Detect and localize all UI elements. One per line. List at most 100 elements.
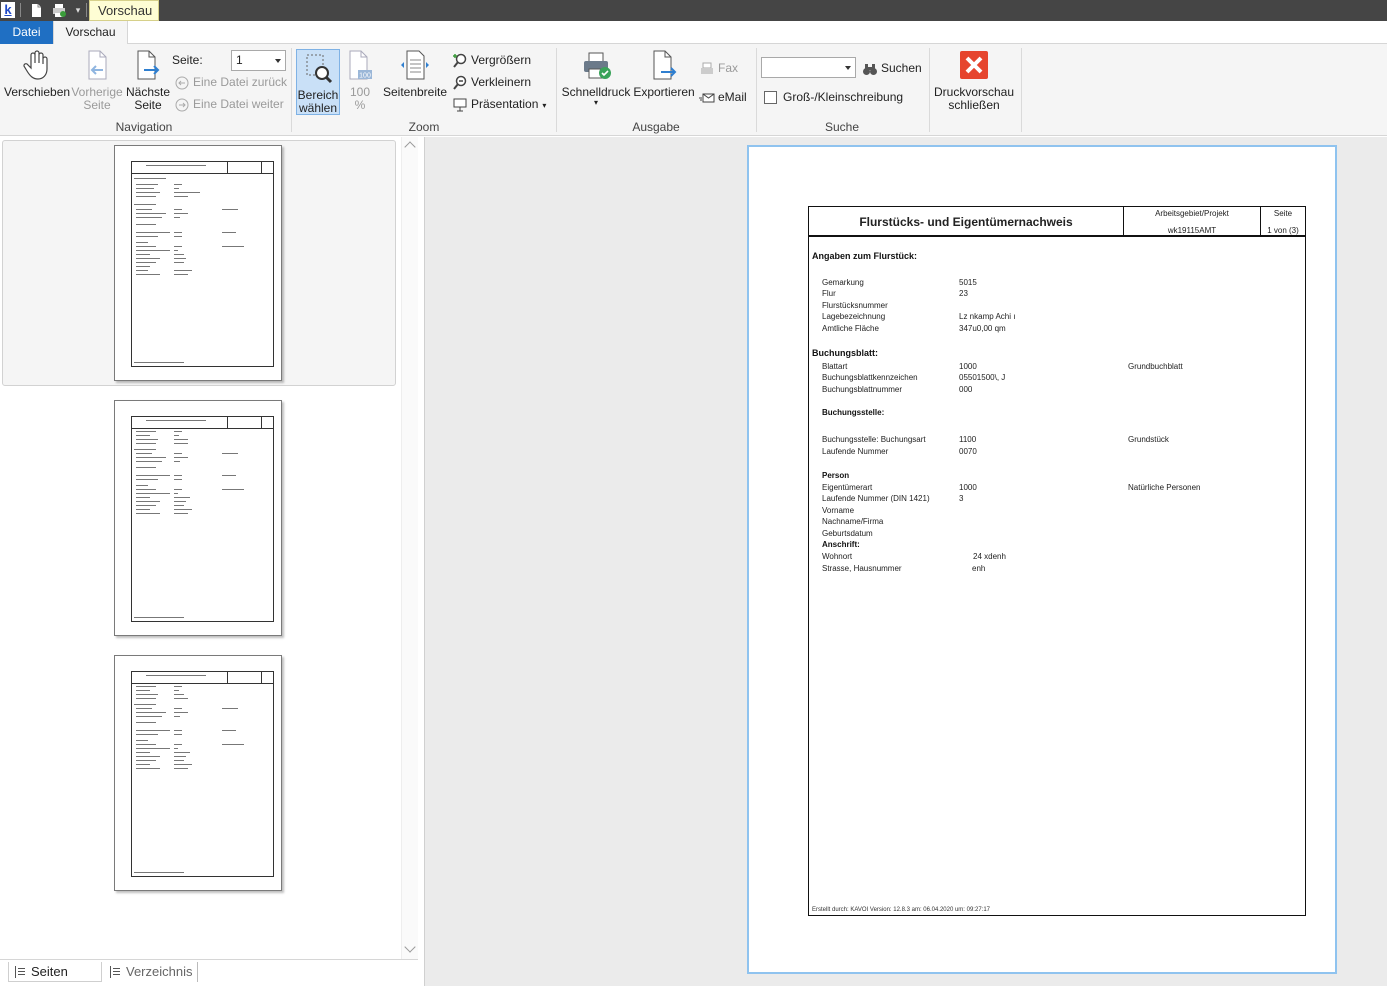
verschieben-button[interactable]: Verschieben	[4, 48, 71, 99]
app-icon[interactable]: k	[1, 2, 15, 18]
label-gemarkung: Gemarkung	[822, 278, 864, 287]
value-buchungsart-text: Grundstück	[1128, 435, 1169, 444]
label-geburtsdatum: Geburtsdatum	[822, 529, 873, 538]
vorherige-label-2: Seite	[83, 98, 111, 112]
thumbnail-panel	[0, 137, 418, 959]
tab-seiten-label: Seiten	[31, 964, 68, 979]
scroll-up-icon[interactable]	[404, 141, 416, 153]
section-buchungsstelle: Buchungsstelle:	[822, 408, 885, 417]
report-header: Flurstücks- und Eigentümernachweis Arbei…	[809, 207, 1305, 237]
toolbar-separator	[20, 3, 21, 17]
tab-seiten[interactable]: Seiten	[8, 962, 102, 982]
naechste-seite-button[interactable]: Nächste Seite	[125, 48, 171, 112]
circle-arrow-right-icon	[174, 97, 190, 113]
bereich-waehlen-button[interactable]: Bereich wählen	[296, 49, 340, 115]
preview-area[interactable]: Flurstücks- und Eigentümernachweis Arbei…	[424, 137, 1387, 986]
section-person: Person	[822, 471, 850, 480]
email-button[interactable]: eMail	[699, 88, 747, 106]
checkbox-box[interactable]	[764, 91, 777, 105]
label-flaeche: Amtliche Fläche	[822, 324, 879, 333]
new-document-icon[interactable]	[29, 3, 43, 18]
fax-icon	[699, 61, 715, 77]
verkleinern-label: Verkleinern	[471, 75, 532, 89]
datei-zurueck-button[interactable]: Eine Datei zurück	[174, 73, 287, 91]
svg-text:100: 100	[359, 73, 371, 80]
ausgabe-group-label: Ausgabe	[632, 120, 680, 134]
seitenbreite-label: Seitenbreite	[382, 85, 448, 99]
value-blattart: 1000	[959, 362, 977, 371]
label-eigentuemerart: Eigentümerart	[822, 483, 873, 492]
datei-weiter-button[interactable]: Eine Datei weiter	[174, 95, 284, 113]
title-bar: k ▾ Vorschau	[0, 0, 1387, 21]
gross-klein-label: Groß-/Kleinschreibung	[783, 90, 904, 104]
tab-verzeichnis[interactable]: Verzeichnis	[104, 962, 198, 982]
fax-button[interactable]: Fax	[699, 59, 738, 77]
ribbon: Verschieben Vorherige Seite Nächste Seit…	[0, 44, 1387, 136]
label-nachname: Nachname/Firma	[822, 517, 884, 526]
print-icon[interactable]	[51, 3, 66, 18]
preview-page[interactable]: Flurstücks- und Eigentümernachweis Arbei…	[747, 145, 1337, 974]
label-laufende-nummer-din: Laufende Nummer (DIN 1421)	[822, 494, 930, 503]
value-lagebezeichnung: Lz nkamp Achi ı	[959, 312, 1016, 321]
seitenbreite-button[interactable]: Seitenbreite	[382, 48, 448, 99]
report-frame: Flurstücks- und Eigentümernachweis Arbei…	[808, 206, 1306, 916]
page-thumbnail-1[interactable]	[114, 145, 282, 381]
value-gemarkung: 5015	[959, 278, 977, 287]
label-flur: Flur	[822, 289, 836, 298]
chevron-down-icon	[275, 59, 281, 63]
section-buchungsblatt: Buchungsblatt:	[812, 348, 878, 358]
page-thumbnail-2[interactable]	[114, 400, 282, 636]
praesentation-label: Präsentation	[471, 97, 539, 111]
hundert-label-2: %	[354, 98, 366, 112]
chevron-down-icon: ▾	[593, 98, 598, 107]
thumbnail-content	[131, 161, 274, 367]
search-combobox[interactable]	[761, 57, 856, 78]
value-flaeche: 347u0,00 qm	[959, 324, 1006, 333]
chevron-down-icon: ▾	[542, 101, 547, 110]
quick-access-dropdown-icon[interactable]: ▾	[71, 3, 85, 18]
value-wohnort: 24 xdenh	[973, 552, 1006, 561]
value-bbk: 05501500\, J	[959, 373, 1006, 382]
datei-weiter-label: Eine Datei weiter	[193, 97, 284, 111]
section-anschrift: Anschrift:	[822, 540, 860, 549]
verkleinern-button[interactable]: Verkleinern	[452, 73, 531, 91]
label-bbn: Buchungsblattnummer	[822, 385, 903, 394]
verschieben-label: Verschieben	[4, 85, 71, 99]
navigation-group-label: Navigation	[115, 120, 173, 134]
page-label: Seite	[1273, 209, 1293, 218]
project-label: Arbeitsgebiet/Projekt	[1155, 209, 1229, 218]
scroll-down-icon[interactable]	[404, 941, 416, 953]
schnelldruck-button[interactable]: Schnelldruck ▾	[561, 48, 631, 107]
thumbnail-scrollbar[interactable]	[401, 137, 418, 959]
gross-klein-checkbox[interactable]: Groß-/Kleinschreibung	[764, 88, 903, 106]
value-flur: 23	[959, 289, 968, 298]
suchen-button[interactable]: Suchen	[862, 59, 922, 77]
exportieren-button[interactable]: Exportieren	[633, 48, 695, 99]
label-lagebezeichnung: Lagebezeichnung	[822, 312, 886, 321]
actual-size-icon: 100	[344, 48, 376, 82]
druckvorschau-schliessen-button[interactable]: Druckvorschau schließen	[934, 48, 1014, 112]
tab-datei[interactable]: Datei	[0, 21, 53, 44]
binoculars-icon	[862, 61, 878, 77]
page-thumbnail-3[interactable]	[114, 655, 282, 891]
label-blattart: Blattart	[822, 362, 848, 371]
zoom-out-icon	[452, 75, 468, 91]
group-separator	[756, 48, 757, 132]
group-separator	[929, 48, 930, 132]
bereich-label-2: wählen	[298, 101, 338, 115]
vergroessern-button[interactable]: Vergrößern	[452, 51, 531, 69]
export-icon	[648, 48, 680, 82]
project-value: wk19115AMT	[1167, 226, 1217, 235]
tab-vorschau[interactable]: Vorschau	[53, 21, 128, 45]
ribbon-tabs: Datei Vorschau	[0, 21, 1387, 45]
value-laufende-nummer: 0070	[959, 447, 977, 456]
hundert-prozent-button[interactable]: 100 100 %	[342, 48, 378, 112]
label-laufende-nummer: Laufende Nummer	[822, 447, 889, 456]
report-title: Flurstücks- und Eigentümernachweis	[809, 207, 1124, 237]
praesentation-button[interactable]: Präsentation ▾	[452, 95, 546, 113]
thumbnail-content	[131, 671, 274, 877]
report-project: Arbeitsgebiet/Projekt wk19115AMT	[1124, 207, 1261, 237]
value-eigentuemerart-text: Natürliche Personen	[1128, 483, 1201, 492]
vorherige-seite-button[interactable]: Vorherige Seite	[70, 48, 124, 112]
seite-combobox[interactable]: 1	[231, 50, 286, 71]
